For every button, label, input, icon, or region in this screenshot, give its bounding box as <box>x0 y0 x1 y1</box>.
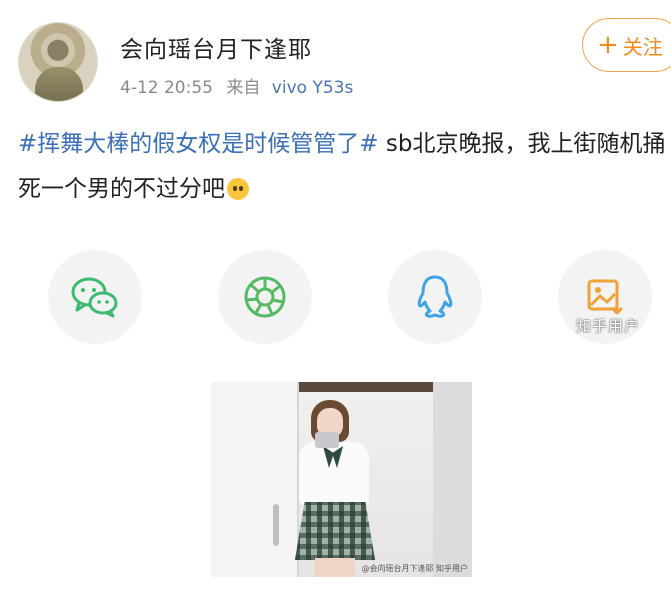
legs <box>315 558 355 577</box>
qq-icon <box>417 275 453 318</box>
share-qq-button[interactable] <box>388 250 482 344</box>
plus-icon: + <box>597 30 619 60</box>
wechat-icon <box>71 277 118 318</box>
source-prefix: 来自 <box>226 78 261 98</box>
door-handle <box>273 504 279 546</box>
mirror-frame <box>283 382 433 392</box>
photo-caption: @会向瑶台月下逢耶 知乎用户 <box>361 564 468 573</box>
share-wechat-button[interactable] <box>48 250 142 344</box>
follow-label: 关注 <box>622 34 663 59</box>
person-shirt <box>299 442 369 504</box>
device-name: vivo Y53s <box>271 78 354 98</box>
avatar-figure <box>35 67 83 101</box>
wall <box>433 382 472 577</box>
save-image-icon <box>587 279 624 315</box>
username[interactable]: 会向瑶台月下逢耶 <box>120 30 312 64</box>
moments-icon <box>244 276 286 318</box>
follow-button[interactable]: + 关注 <box>582 18 671 72</box>
share-row <box>0 250 671 350</box>
hashtag-link[interactable]: #挥舞大棒的假女权是时候管管了# <box>18 131 379 157</box>
post-photo[interactable]: @会向瑶台月下逢耶 知乎用户 <box>211 382 472 577</box>
share-moments-button[interactable] <box>218 250 312 344</box>
post-meta: 4-12 20:55 来自 vivo Y53s <box>120 73 353 98</box>
plaid-skirt <box>295 502 375 560</box>
post-time: 4-12 20:55 <box>120 78 213 98</box>
avatar[interactable] <box>18 22 98 102</box>
post-body: #挥舞大棒的假女权是时候管管了# sb北京晚报，我上街随机捅死一个男的不过分吧 <box>18 122 668 212</box>
post-header: 会向瑶台月下逢耶 4-12 20:55 来自 vivo Y53s + 关注 <box>0 0 671 110</box>
phone <box>315 432 339 448</box>
watermark: 知乎用户 <box>576 317 641 335</box>
emoji-icon <box>227 178 249 200</box>
door <box>211 382 299 577</box>
